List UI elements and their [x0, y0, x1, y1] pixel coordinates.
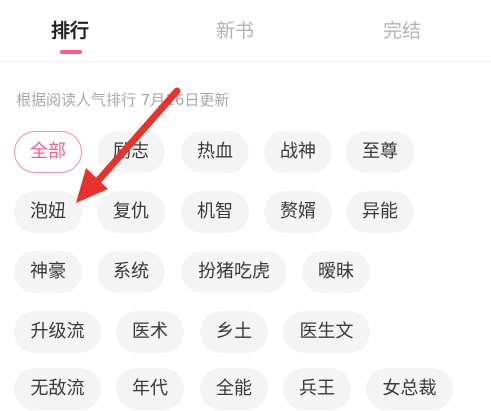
tag-chip[interactable]: 兵王: [283, 368, 351, 410]
tag-chip[interactable]: 乡土: [200, 311, 268, 353]
tag-chip[interactable]: 至尊: [346, 131, 414, 173]
tag-chip[interactable]: 励志: [97, 131, 165, 173]
tab-completed[interactable]: 完结: [383, 16, 421, 43]
tag-chip[interactable]: 泡妞: [14, 191, 82, 233]
tag-chip-all[interactable]: 全部: [14, 131, 82, 173]
tag-chip[interactable]: 女总裁: [366, 368, 453, 410]
tag-chip[interactable]: 异能: [346, 191, 414, 233]
tag-chip[interactable]: 复仇: [97, 191, 165, 233]
tag-chip[interactable]: 年代: [116, 368, 184, 410]
tag-chip[interactable]: 系统: [97, 251, 165, 293]
tag-chip[interactable]: 无敌流: [14, 368, 101, 410]
tab-ranking[interactable]: 排行: [51, 16, 89, 43]
top-tab-bar: 排行 新书 完结: [0, 0, 491, 62]
tag-chip[interactable]: 战神: [264, 131, 332, 173]
ranking-subtitle: 根据阅读人气排行 7月16日更新: [16, 91, 230, 109]
tag-chip[interactable]: 医术: [116, 311, 184, 353]
tag-chip[interactable]: 神豪: [14, 251, 82, 293]
active-tab-indicator: [60, 50, 82, 54]
tag-chip[interactable]: 机智: [181, 191, 249, 233]
tag-chip[interactable]: 暧昧: [302, 251, 370, 293]
tag-chip[interactable]: 全能: [200, 368, 268, 410]
tag-chip[interactable]: 赘婿: [264, 191, 332, 233]
tab-new-books[interactable]: 新书: [216, 16, 254, 43]
tag-chip[interactable]: 升级流: [14, 311, 101, 353]
tag-chip[interactable]: 扮猪吃虎: [181, 251, 287, 293]
tag-chip[interactable]: 热血: [181, 131, 249, 173]
tag-chip[interactable]: 医生文: [283, 311, 370, 353]
